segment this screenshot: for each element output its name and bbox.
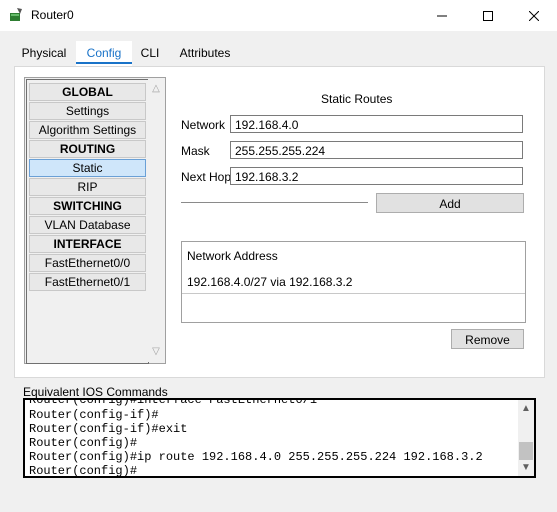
network-input[interactable]: 192.168.4.0	[230, 115, 523, 133]
tab-config[interactable]: Config	[76, 41, 132, 66]
sidebar-list: GLOBAL Settings Algorithm Settings ROUTI…	[26, 79, 149, 364]
sidebar-item-settings[interactable]: Settings	[29, 102, 146, 120]
sidebar-scrollbar[interactable]: △ ▽	[148, 79, 164, 362]
title-bar: Router0	[0, 0, 557, 31]
router-icon	[8, 7, 24, 23]
tab-label: Attributes	[179, 46, 231, 60]
scroll-up-icon[interactable]: ▲	[521, 404, 531, 414]
scroll-down-icon[interactable]: ▼	[521, 463, 531, 473]
next-hop-label: Next Hop	[181, 170, 232, 184]
tab-label: Physical	[21, 46, 67, 60]
scroll-up-icon[interactable]: △	[151, 84, 161, 94]
tab-attributes[interactable]: Attributes	[172, 41, 238, 66]
close-button[interactable]	[511, 0, 557, 31]
tab-label: Config	[86, 46, 122, 60]
close-icon	[529, 10, 539, 21]
add-button[interactable]: Add	[376, 193, 524, 213]
list-separator	[182, 293, 525, 294]
minimize-button[interactable]	[419, 0, 465, 31]
sidebar-item-static[interactable]: Static	[29, 159, 146, 177]
mask-input[interactable]: 255.255.255.224	[230, 141, 523, 159]
remove-button[interactable]: Remove	[451, 329, 524, 349]
network-label: Network	[181, 118, 226, 132]
network-address-header: Network Address	[187, 249, 278, 263]
tab-cli[interactable]: CLI	[134, 41, 166, 66]
console-line: Router(config-if)#	[29, 408, 159, 422]
console-line: Router(config)#	[29, 464, 138, 478]
sidebar-item-rip[interactable]: RIP	[29, 178, 146, 196]
console-line: Router(config)#ip route 192.168.4.0 255.…	[29, 450, 483, 464]
next-hop-input[interactable]: 192.168.3.2	[230, 167, 523, 185]
ios-commands-label: Equivalent IOS Commands	[23, 385, 168, 399]
console-line: Router(config)#	[29, 436, 138, 450]
ios-commands-console[interactable]: Router(config)#interface FastEthernet0/1…	[23, 398, 536, 478]
network-address-list: Network Address 192.168.4.0/27 via 192.1…	[181, 241, 526, 323]
sidebar-item-fastethernet0-1[interactable]: FastEthernet0/1	[29, 273, 146, 291]
console-scrollbar[interactable]: ▲ ▼	[518, 400, 534, 476]
console-line: Router(config-if)#exit	[29, 422, 188, 436]
mask-label: Mask	[181, 144, 210, 158]
sidebar: GLOBAL Settings Algorithm Settings ROUTI…	[24, 77, 166, 364]
minimize-icon	[437, 11, 447, 21]
sidebar-header-interface: INTERFACE	[29, 235, 146, 253]
sidebar-item-fastethernet0-0[interactable]: FastEthernet0/0	[29, 254, 146, 272]
tab-active-indicator	[76, 62, 132, 64]
sidebar-header-global: GLOBAL	[29, 83, 146, 101]
window-title: Router0	[31, 8, 74, 22]
tab-label: CLI	[140, 46, 160, 60]
static-routes-heading: Static Routes	[321, 92, 393, 106]
sidebar-header-switching: SWITCHING	[29, 197, 146, 215]
divider	[181, 202, 368, 203]
list-item[interactable]: 192.168.4.0/27 via 192.168.3.2	[187, 275, 352, 289]
scroll-down-icon[interactable]: ▽	[151, 347, 161, 357]
sidebar-header-routing: ROUTING	[29, 140, 146, 158]
tab-physical[interactable]: Physical	[14, 41, 74, 66]
maximize-button[interactable]	[465, 0, 511, 31]
console-line: Router(config)#interface FastEthernet0/1	[29, 398, 318, 407]
sidebar-item-algorithm-settings[interactable]: Algorithm Settings	[29, 121, 146, 139]
maximize-icon	[483, 10, 493, 21]
scrollbar-thumb[interactable]	[519, 442, 533, 460]
sidebar-item-vlan-database[interactable]: VLAN Database	[29, 216, 146, 234]
